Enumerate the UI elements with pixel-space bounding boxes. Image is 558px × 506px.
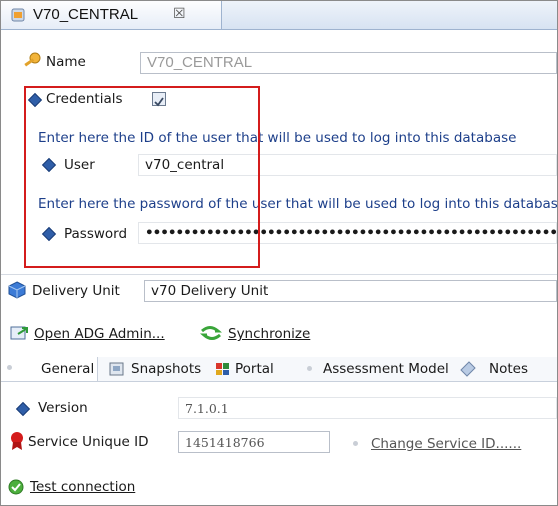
notes-icon: [460, 361, 476, 377]
delivery-unit-value: v70 Delivery Unit: [151, 283, 269, 299]
editor-tab-bar: V70_CENTRAL ☒: [1, 1, 557, 30]
service-id-label: Service Unique ID: [28, 434, 149, 450]
bullet-icon: [353, 441, 358, 446]
key-icon: [24, 52, 41, 67]
name-value: V70_CENTRAL: [147, 54, 253, 71]
tab-notes[interactable]: Notes: [457, 357, 547, 381]
check-circle-icon: [8, 479, 24, 495]
version-field[interactable]: 7.1.0.1: [178, 397, 557, 419]
service-id-value: 1451418766: [185, 435, 265, 450]
editor-tab-v70-central[interactable]: V70_CENTRAL ☒: [1, 1, 222, 29]
database-connection-icon: [11, 8, 25, 22]
open-admin-icon: [10, 326, 28, 340]
bullet-icon: [307, 366, 312, 371]
synchronize-icon: [200, 326, 222, 340]
required-ribbon-icon: [11, 432, 23, 450]
delivery-unit-field[interactable]: v70 Delivery Unit: [144, 280, 557, 302]
portal-icon: [216, 363, 229, 375]
tab-label: General: [41, 361, 95, 377]
synchronize-link[interactable]: Synchronize: [228, 326, 310, 342]
tab-assessment-model[interactable]: Assessment Model: [297, 357, 449, 381]
change-service-id-link[interactable]: Change Service ID......: [371, 436, 521, 452]
name-field[interactable]: V70_CENTRAL: [140, 52, 557, 74]
tab-general[interactable]: General: [1, 357, 98, 381]
open-adg-admin-link[interactable]: Open ADG Admin...: [34, 326, 165, 342]
version-label: Version: [38, 400, 88, 416]
tab-label: Snapshots: [131, 361, 202, 377]
snapshots-icon: [109, 362, 124, 376]
tab-snapshots[interactable]: Snapshots: [105, 357, 205, 381]
credentials-highlight-box: [24, 86, 260, 268]
section-tabs: General Snapshots Portal Assessment Mode…: [1, 357, 557, 382]
tab-label: Assessment Model: [323, 361, 449, 377]
tab-label: Notes: [489, 361, 528, 377]
delivery-unit-icon: [8, 281, 26, 299]
version-value: 7.1.0.1: [185, 401, 229, 416]
divider: [1, 274, 557, 275]
tab-portal[interactable]: Portal: [211, 357, 287, 381]
service-id-field[interactable]: 1451418766: [178, 431, 330, 453]
bullet-icon: [7, 365, 12, 370]
tab-label: Portal: [235, 361, 274, 377]
name-label: Name: [46, 54, 86, 70]
close-icon[interactable]: ☒: [173, 6, 186, 22]
editor-tab-title: V70_CENTRAL: [33, 6, 139, 23]
test-connection-link[interactable]: Test connection: [30, 479, 135, 495]
delivery-unit-label: Delivery Unit: [32, 283, 120, 299]
